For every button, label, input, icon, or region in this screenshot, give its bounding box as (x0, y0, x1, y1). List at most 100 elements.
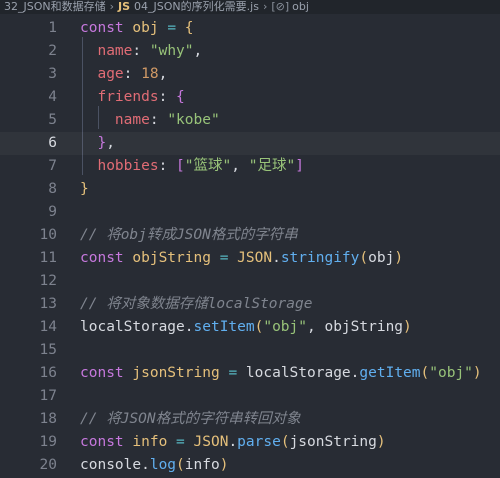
code-line[interactable]: 8} (0, 178, 500, 201)
breadcrumb: 32_JSON和数据存储 › JS 04_JSON的序列化需要.js › [⊘] obj (0, 0, 500, 14)
code-token: : (158, 89, 168, 105)
code-token: . (272, 250, 281, 266)
code-token: . (184, 319, 194, 335)
code-comment: // 将obj转成JSON格式的字符串 (80, 227, 298, 243)
line-number: 8 (48, 181, 57, 197)
code-token: , (158, 66, 168, 82)
code-token: , (307, 319, 316, 335)
line-number: 5 (48, 112, 57, 128)
code-token: ) (403, 319, 412, 335)
code-line[interactable]: 18 // 将JSON格式的字符串转回对象 (0, 408, 500, 431)
code-token: . (228, 434, 238, 450)
code-token: } (80, 181, 89, 197)
code-text: // 将JSON格式的字符串转回对象 (80, 408, 301, 431)
code-line[interactable]: 14 localStorage.setItem("obj", objString) (0, 316, 500, 339)
code-token: ( (359, 250, 369, 266)
code-text: } (80, 178, 89, 201)
code-token: const (80, 250, 124, 266)
code-token: obj (368, 250, 395, 266)
code-token: { (184, 20, 194, 36)
code-line[interactable]: 13 // 将对象数据存储localStorage (0, 293, 500, 316)
code-text: const info = JSON.parse(jsonString) (80, 431, 386, 454)
code-token: JSON (237, 250, 273, 266)
code-line[interactable]: 11 const objString = JSON.stringify(obj) (0, 247, 500, 270)
code-token: : (158, 158, 168, 174)
line-number: 1 (48, 20, 57, 36)
breadcrumb-folder[interactable]: 32_JSON和数据存储 (4, 0, 106, 13)
code-line[interactable]: 15 (0, 339, 500, 362)
line-number: 10 (39, 227, 57, 243)
code-token: console (80, 457, 142, 473)
code-text: localStorage.setItem("obj", objString) (80, 316, 412, 339)
code-token: jsonString (132, 365, 220, 381)
code-comment: // 将JSON格式的字符串转回对象 (80, 411, 301, 427)
code-line[interactable]: 17 (0, 385, 500, 408)
code-line[interactable]: 16 const jsonString = localStorage.getIte… (0, 362, 500, 385)
line-number: 14 (39, 319, 57, 335)
code-token: = (219, 250, 229, 266)
code-text: hobbies: ["篮球", "足球"] (80, 155, 304, 178)
code-token: "足球" (248, 158, 296, 174)
code-line[interactable]: 10 // 将obj转成JSON格式的字符串 (0, 224, 500, 247)
code-token: age (97, 66, 124, 82)
code-line[interactable]: 19 const info = JSON.parse(jsonString) (0, 431, 500, 454)
code-token: localStorage (245, 365, 351, 381)
variable-symbol-icon: [⊘] (271, 0, 290, 13)
code-editor[interactable]: 1 const obj = {2 name: "why", 3 age: 18, 4 … (0, 14, 500, 478)
line-number: 19 (39, 434, 57, 450)
code-token: : (132, 43, 142, 59)
code-token: . (141, 457, 150, 473)
code-text: name: "kobe" (80, 109, 220, 132)
code-token: "obj" (263, 319, 307, 335)
chevron-right-icon: › (109, 0, 115, 13)
code-token: = (176, 434, 185, 450)
breadcrumb-file[interactable]: 04_JSON的序列化需要.js (134, 0, 259, 13)
code-token: , (106, 135, 115, 151)
line-number: 9 (48, 204, 57, 220)
code-token: ) (472, 365, 482, 381)
code-line[interactable]: 2 name: "why", (0, 40, 500, 63)
code-line[interactable]: 12 (0, 270, 500, 293)
code-token: const (80, 20, 124, 36)
code-text: // 将obj转成JSON格式的字符串 (80, 224, 298, 247)
code-token: const (80, 434, 124, 450)
code-text: friends: { (80, 86, 185, 109)
code-token: , (231, 158, 240, 174)
code-token: { (176, 89, 185, 105)
code-token: name (97, 43, 133, 59)
code-line[interactable]: 1 const obj = { (0, 17, 500, 40)
line-number: 18 (39, 411, 57, 427)
code-token: 18 (141, 66, 159, 82)
line-number: 13 (39, 296, 57, 312)
code-line[interactable]: 20 console.log(info) (0, 454, 500, 477)
code-token: jsonString (289, 434, 377, 450)
code-token: const (80, 365, 124, 381)
code-text: name: "why", (80, 40, 202, 63)
code-token: ( (280, 434, 290, 450)
code-line[interactable]: 3 age: 18, (0, 63, 500, 86)
code-line[interactable]: 9 (0, 201, 500, 224)
code-token: obj (132, 20, 159, 36)
code-token: ) (219, 457, 229, 473)
line-number: 17 (39, 388, 57, 404)
code-text: const objString = JSON.stringify(obj) (80, 247, 403, 270)
code-token: stringify (280, 250, 360, 266)
code-text: // 将对象数据存储localStorage (80, 293, 312, 316)
code-token: ] (295, 158, 304, 174)
code-line[interactable]: 4 friends: { (0, 86, 500, 109)
code-line[interactable]: 5 name: "kobe" (0, 109, 500, 132)
line-number: 12 (39, 273, 57, 289)
code-token: ) (376, 434, 386, 450)
code-line[interactable]: 7 hobbies: ["篮球", "足球"] (0, 155, 500, 178)
code-text: const jsonString = localStorage.getItem(… (80, 362, 482, 385)
code-token: = (228, 365, 238, 381)
line-number: 4 (48, 89, 57, 105)
line-number: 20 (39, 457, 57, 473)
code-token: ( (176, 457, 185, 473)
code-token: info (132, 434, 168, 450)
code-line[interactable]: 6 }, (0, 132, 500, 155)
breadcrumb-symbol[interactable]: obj (292, 0, 309, 13)
code-token: "篮球" (184, 158, 232, 174)
code-token: [ (176, 158, 185, 174)
code-comment: // 将对象数据存储localStorage (80, 296, 313, 312)
